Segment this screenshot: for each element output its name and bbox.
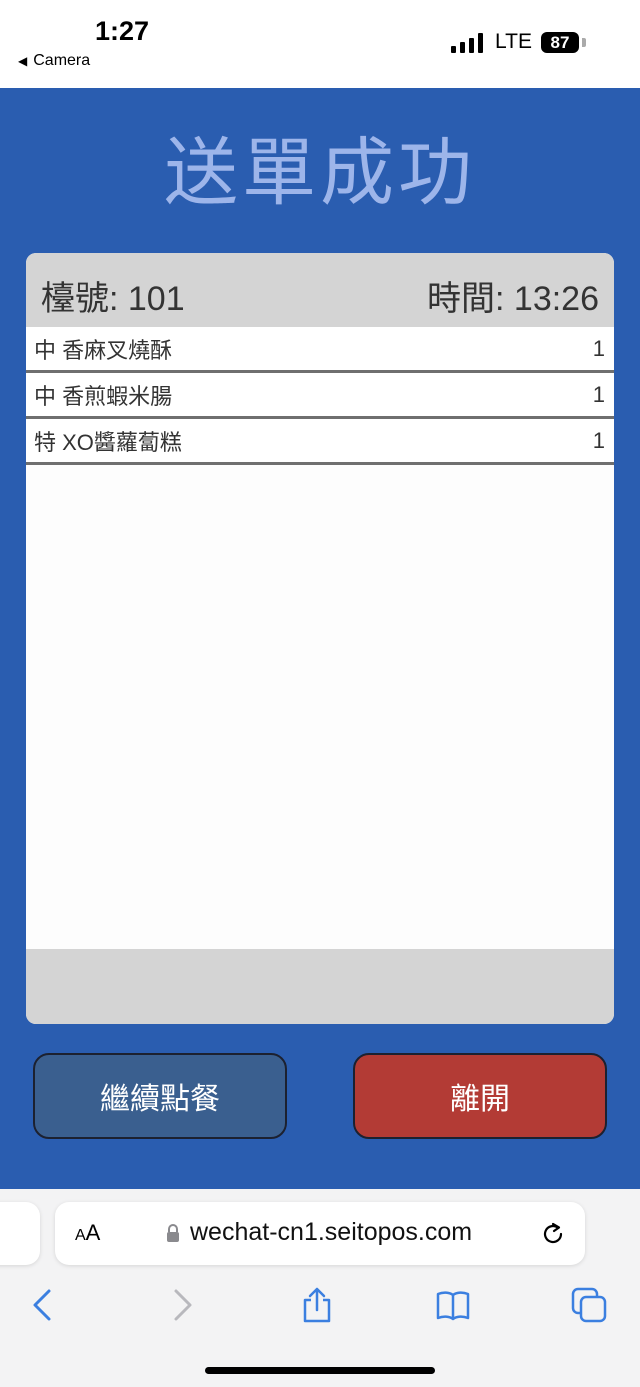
item-quantity: 1 xyxy=(592,381,605,407)
network-type: LTE xyxy=(495,30,532,53)
item-quantity: 1 xyxy=(592,427,605,453)
back-to-app-link[interactable]: ◀ Camera xyxy=(18,52,90,70)
order-summary-card: 檯號: 101 時間: 13:26 中 香麻叉燒酥 1 中 香煎蝦米腸 1 特 … xyxy=(26,253,614,1024)
forward-icon[interactable] xyxy=(164,1287,200,1323)
order-header: 檯號: 101 時間: 13:26 xyxy=(26,253,614,327)
status-bar: 1:27 ◀ Camera LTE 87 xyxy=(0,0,640,88)
battery-cap xyxy=(582,38,586,47)
battery-level: 87 xyxy=(550,33,570,52)
browser-bottom-bar: AA wechat-cn1.seitopos.com xyxy=(0,1189,640,1387)
cellular-signal-icon xyxy=(451,33,485,53)
aa-small: A xyxy=(75,1227,86,1244)
order-item-row: 中 香煎蝦米腸 1 xyxy=(26,373,614,419)
order-item-row: 中 香麻叉燒酥 1 xyxy=(26,327,614,373)
page-settings-button[interactable]: AA xyxy=(75,1220,100,1246)
continue-ordering-button[interactable]: 繼續點餐 xyxy=(33,1053,287,1139)
order-item-row: 特 XO醬蘿蔔糕 1 xyxy=(26,419,614,465)
item-name: 特 XO醬蘿蔔糕 xyxy=(34,429,182,455)
lock-icon xyxy=(167,1224,179,1242)
item-quantity: 1 xyxy=(592,335,605,361)
url-text[interactable]: wechat-cn1.seitopos.com xyxy=(190,1218,472,1247)
battery-icon: 87 xyxy=(541,32,579,53)
item-name: 中 香麻叉燒酥 xyxy=(34,337,173,363)
previous-tab-card[interactable] xyxy=(0,1202,40,1265)
back-triangle-icon: ◀ xyxy=(18,54,28,68)
item-name: 中 香煎蝦米腸 xyxy=(34,383,173,409)
tabs-icon[interactable] xyxy=(571,1287,607,1323)
status-time: 1:27 xyxy=(95,16,150,46)
aa-large: A xyxy=(85,1220,101,1245)
address-bar[interactable]: AA wechat-cn1.seitopos.com xyxy=(55,1202,585,1265)
order-time: 時間: 13:26 xyxy=(427,280,599,318)
bookmarks-icon[interactable] xyxy=(435,1287,471,1323)
reload-icon[interactable] xyxy=(539,1220,567,1248)
order-card-footer xyxy=(26,949,614,1024)
table-number: 檯號: 101 xyxy=(41,280,185,318)
leave-button[interactable]: 離開 xyxy=(353,1053,607,1139)
order-success-page: 送單成功 檯號: 101 時間: 13:26 中 香麻叉燒酥 1 中 香煎蝦米腸… xyxy=(0,88,640,1189)
order-items-list: 中 香麻叉燒酥 1 中 香煎蝦米腸 1 特 XO醬蘿蔔糕 1 xyxy=(26,327,614,465)
home-indicator xyxy=(205,1367,435,1374)
share-icon[interactable] xyxy=(299,1287,335,1323)
back-icon[interactable] xyxy=(25,1287,61,1323)
back-app-label: Camera xyxy=(33,52,91,69)
page-title: 送單成功 xyxy=(164,131,476,214)
